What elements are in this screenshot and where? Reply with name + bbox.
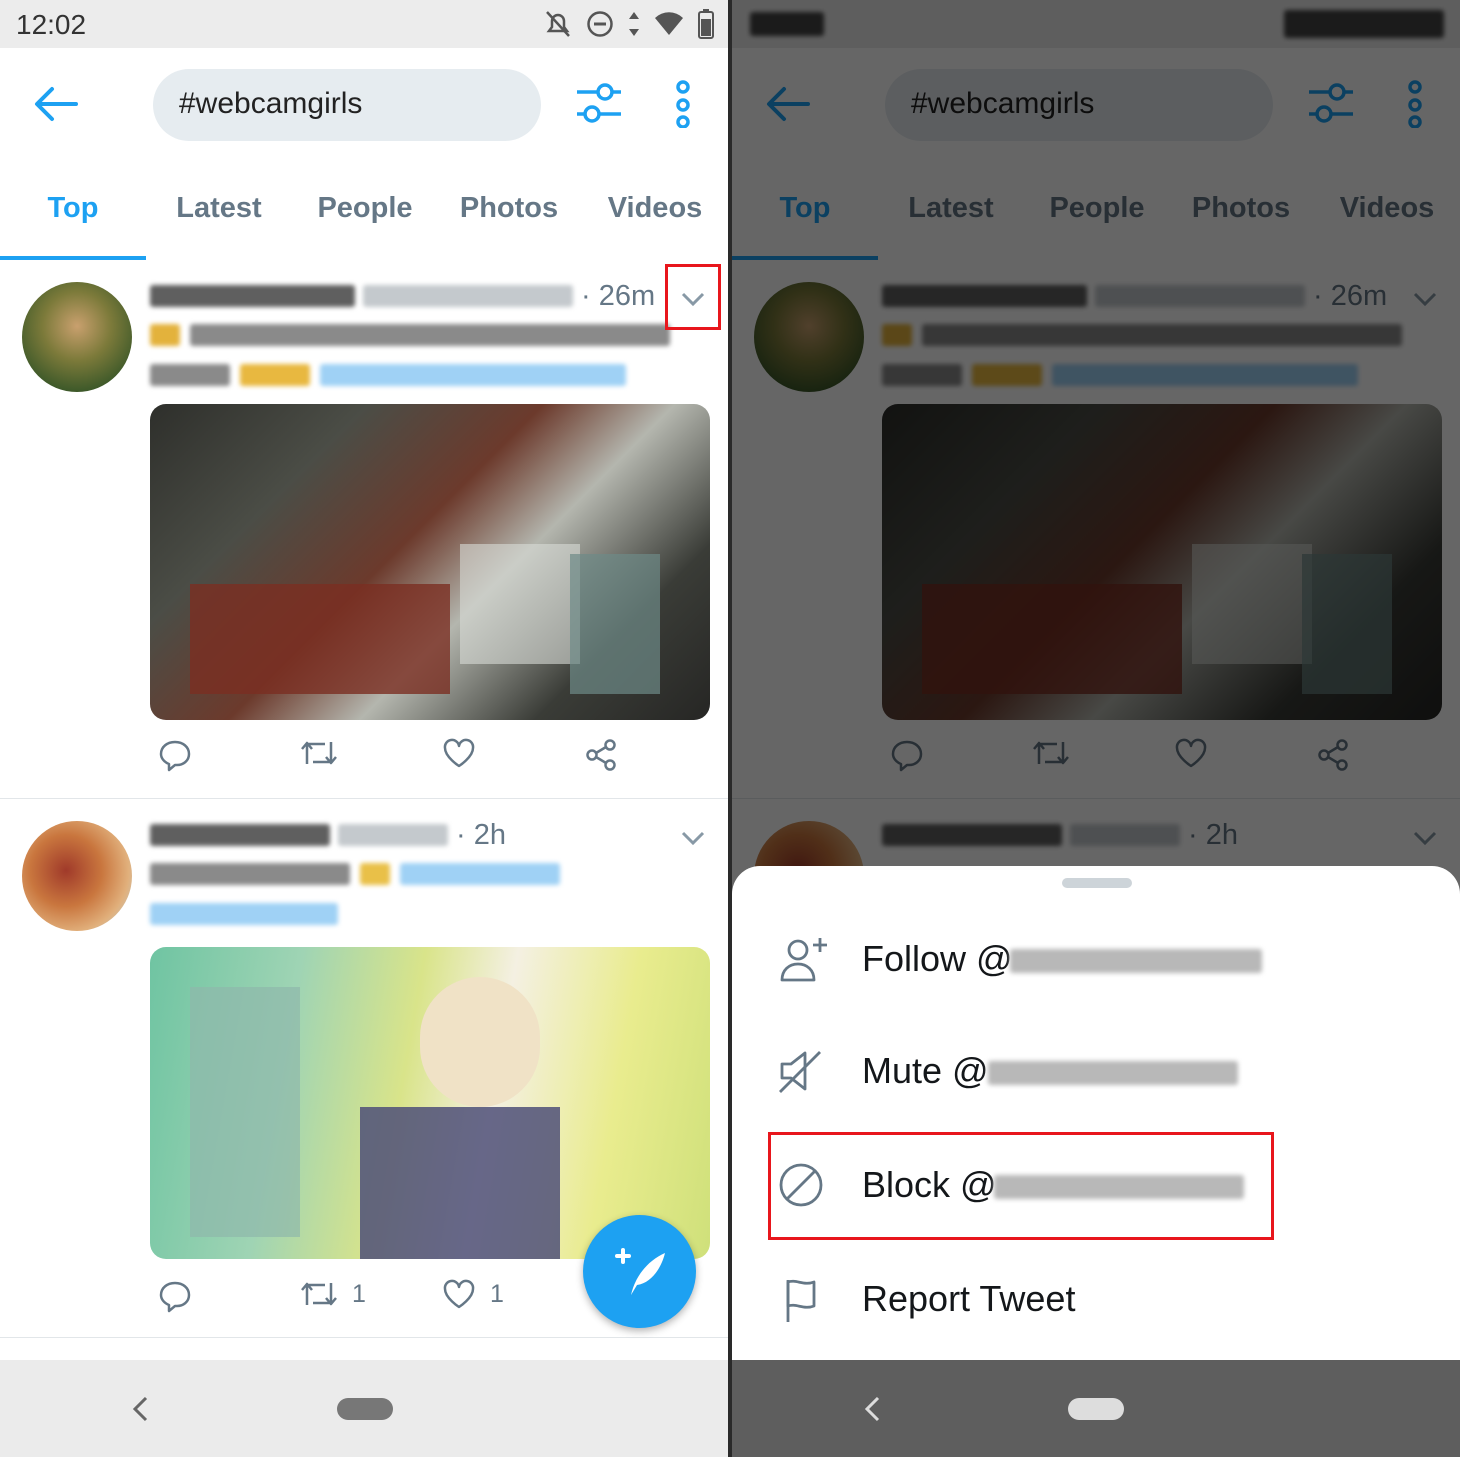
tab-photos[interactable]: Photos: [436, 192, 582, 225]
mute-icon: [779, 1051, 821, 1093]
tab-latest[interactable]: Latest: [146, 192, 292, 225]
system-nav-bar: [0, 1360, 728, 1457]
tweet[interactable]: · 26m: [0, 260, 728, 799]
compose-feather-icon: [615, 1248, 665, 1295]
more-options-icon[interactable]: [668, 78, 698, 128]
retweet-icon: [301, 741, 337, 765]
share-button[interactable]: [584, 738, 618, 772]
tab-people[interactable]: People: [292, 192, 438, 225]
username-blurred: [1010, 949, 1262, 973]
tweet-timestamp: · 2h: [456, 818, 506, 851]
like-count: 1: [490, 1279, 504, 1308]
retweet-count: 1: [352, 1279, 366, 1308]
reply-button[interactable]: [158, 1279, 192, 1313]
chevron-highlight-box: [665, 264, 721, 330]
menu-item-follow[interactable]: Follow @: [732, 904, 1460, 1016]
do-not-disturb-icon: [587, 11, 613, 37]
avatar[interactable]: [22, 282, 132, 392]
menu-label-mute: Mute @: [862, 1050, 989, 1091]
data-arrows-icon: [629, 12, 639, 36]
system-nav-bar: [732, 1360, 1460, 1457]
share-icon: [586, 739, 616, 771]
follow-icon: [780, 938, 827, 982]
tweet-options-sheet: Follow @ Mute @ Block @ Report Tweet: [732, 866, 1460, 1360]
search-box[interactable]: [153, 69, 541, 141]
search-input[interactable]: [179, 87, 519, 121]
author-handle-blurred: [338, 824, 448, 846]
menu-item-mute[interactable]: Mute @: [732, 1016, 1460, 1128]
tweet-timestamp: · 26m: [581, 279, 656, 312]
flag-icon: [786, 1279, 816, 1322]
back-arrow-icon[interactable]: [30, 84, 80, 124]
like-button[interactable]: [442, 738, 476, 768]
like-button[interactable]: 1: [442, 1279, 504, 1309]
menu-item-report[interactable]: Report Tweet: [732, 1244, 1460, 1356]
compose-tweet-button[interactable]: [583, 1215, 696, 1328]
tab-top[interactable]: Top: [0, 192, 146, 225]
right-screen: Top Latest People Photos Videos · 26m: [732, 0, 1460, 1457]
filter-settings-icon[interactable]: [574, 80, 624, 126]
nav-home-pill[interactable]: [337, 1398, 393, 1420]
username-blurred: [988, 1061, 1238, 1085]
author-name-blurred: [150, 824, 330, 846]
retweet-button[interactable]: 1: [300, 1279, 366, 1309]
battery-icon: [698, 9, 714, 39]
sheet-drag-handle[interactable]: [1062, 878, 1132, 888]
wifi-icon: [655, 12, 683, 36]
nav-back-icon[interactable]: [862, 1394, 882, 1424]
reply-icon: [159, 740, 191, 772]
avatar[interactable]: [22, 821, 132, 931]
reply-button[interactable]: [158, 738, 192, 772]
retweet-button[interactable]: [300, 738, 338, 768]
tab-videos[interactable]: Videos: [582, 192, 728, 225]
notifications-off-icon: [546, 11, 570, 37]
nav-back-icon[interactable]: [130, 1394, 150, 1424]
retweet-icon: [301, 1282, 337, 1306]
search-header: [0, 48, 728, 168]
status-bar: 12:02: [0, 0, 728, 48]
nav-home-pill[interactable]: [1068, 1398, 1124, 1420]
author-handle-blurred: [363, 285, 573, 307]
heart-icon: [443, 738, 475, 768]
left-screen: 12:02 Top Latest People Photos Videos · …: [0, 0, 728, 1457]
tweet-image[interactable]: [150, 947, 710, 1259]
author-name-blurred: [150, 285, 355, 307]
menu-label-follow: Follow @: [862, 938, 1013, 979]
tweet-image[interactable]: [150, 404, 710, 720]
search-tabs: Top Latest People Photos Videos: [0, 168, 728, 261]
heart-icon: [443, 1279, 475, 1309]
block-highlight-box: [768, 1132, 1274, 1240]
chevron-down-icon[interactable]: [680, 829, 706, 847]
reply-icon: [159, 1281, 191, 1313]
status-time: 12:02: [16, 9, 87, 40]
menu-label-report: Report Tweet: [862, 1278, 1076, 1319]
